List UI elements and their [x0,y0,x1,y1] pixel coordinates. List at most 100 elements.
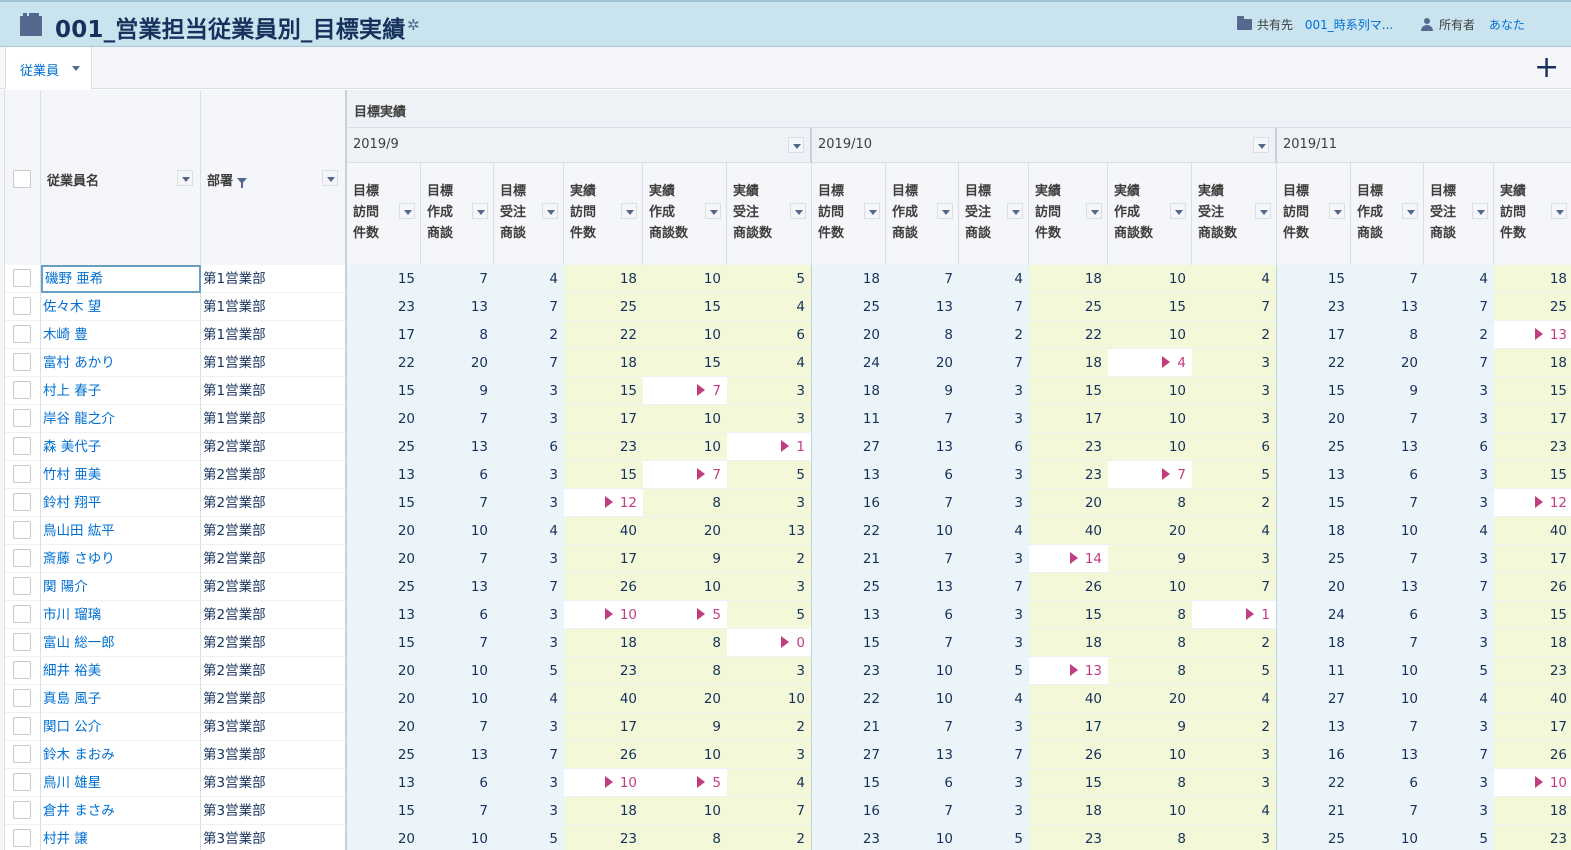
value-cell[interactable]: 2 [727,545,812,573]
value-cell[interactable]: 7 [886,713,959,741]
value-cell[interactable]: 7 [1351,545,1424,573]
value-cell[interactable]: 6 [1351,769,1424,797]
value-cell[interactable]: 17 [1029,405,1108,433]
row-checkbox[interactable] [13,353,31,371]
row-checkbox[interactable] [13,521,31,539]
value-cell[interactable]: 17 [1494,405,1571,433]
table-row[interactable]: 富山 総一郎 第2営業部 15 7 3 18 8 0 15 7 3 18 8 2 18 7 3 18 [5,629,1571,657]
value-cell[interactable]: 13 [1351,293,1424,321]
row-checkbox[interactable] [13,661,31,679]
value-cell[interactable]: 3 [727,377,812,405]
value-cell[interactable]: 22 [1277,769,1351,797]
value-cell[interactable]: 3 [959,545,1029,573]
value-cell[interactable]: 13 [886,573,959,601]
value-cell[interactable]: 20 [421,349,494,377]
value-cell[interactable]: 15 [1494,461,1571,489]
value-cell[interactable]: 10 [886,517,959,545]
value-cell[interactable]: 10 [643,797,727,825]
table-row[interactable]: 木崎 豊第1営業部 17 8 2 22 10 6 20 8 2 22 10 2 17 8 2 13 [5,321,1571,349]
value-cell[interactable]: 26 [1029,741,1108,769]
value-cell[interactable]: 3 [727,405,812,433]
value-cell[interactable]: 7 [886,797,959,825]
chevron-down-icon[interactable] [177,170,193,186]
chevron-down-icon[interactable] [788,137,804,153]
chevron-down-icon[interactable] [1551,203,1567,219]
value-cell[interactable]: 7 [421,489,494,517]
value-cell[interactable]: 15 [1029,769,1108,797]
value-cell[interactable]: 24 [812,349,886,377]
value-cell[interactable]: 10 [421,657,494,685]
value-cell[interactable]: 4 [1192,265,1277,293]
value-cell[interactable]: 3 [727,741,812,769]
value-cell[interactable]: 18 [812,377,886,405]
value-cell[interactable]: 20 [643,517,727,545]
value-cell[interactable]: 7 [421,265,494,293]
employee-name-link[interactable]: 倉井 まさみ [41,797,201,825]
value-cell[interactable]: 7 [494,741,564,769]
value-cell[interactable]: 10 [1351,685,1424,713]
value-cell[interactable]: 3 [494,461,564,489]
value-cell[interactable]: 18 [564,797,643,825]
value-cell[interactable]: 5 [1192,461,1277,489]
row-checkbox[interactable] [13,577,31,595]
value-cell[interactable]: 20 [347,685,421,713]
employee-name-link[interactable]: 細井 裕美 [41,657,201,685]
value-cell[interactable]: 7 [494,349,564,377]
alert-value-cell[interactable]: 7 [1108,461,1192,489]
value-cell[interactable]: 3 [494,545,564,573]
table-row[interactable]: 真島 風子 第2営業部 20 10 4 40 20 10 22 10 4 40 20 4 27 10 4 40 [5,685,1571,713]
value-cell[interactable]: 10 [1108,433,1192,461]
value-cell[interactable]: 3 [1192,377,1277,405]
value-cell[interactable]: 6 [421,601,494,629]
value-cell[interactable]: 3 [727,573,812,601]
value-cell[interactable]: 7 [959,349,1029,377]
employee-name-link[interactable]: 岸谷 龍之介 [41,405,201,433]
value-cell[interactable]: 7 [421,797,494,825]
alert-value-cell[interactable]: 5 [643,601,727,629]
value-cell[interactable]: 3 [959,377,1029,405]
column-header-department[interactable]: 部署 [201,90,347,265]
value-cell[interactable]: 13 [1277,713,1351,741]
value-cell[interactable]: 10 [643,433,727,461]
table-row[interactable]: 市川 瑠璃 第2営業部 13 6 3 10 5 5 13 6 3 15 8 1 24 6 3 15 [5,601,1571,629]
subcolumn-header[interactable]: 実績 作成 商談数 [643,163,727,265]
chevron-down-icon[interactable] [864,203,880,219]
alert-value-cell[interactable]: 14 [1029,545,1108,573]
value-cell[interactable]: 11 [1277,657,1351,685]
employee-name-link[interactable]: 富村 あかり [41,349,201,377]
value-cell[interactable]: 9 [643,713,727,741]
value-cell[interactable]: 40 [564,685,643,713]
value-cell[interactable]: 13 [347,769,421,797]
value-cell[interactable]: 18 [1029,349,1108,377]
value-cell[interactable]: 18 [564,265,643,293]
employee-name-link[interactable]: 鈴村 翔平 [41,489,201,517]
value-cell[interactable]: 22 [812,685,886,713]
value-cell[interactable]: 10 [643,741,727,769]
value-cell[interactable]: 23 [812,825,886,850]
value-cell[interactable]: 21 [812,713,886,741]
value-cell[interactable]: 27 [1277,685,1351,713]
value-cell[interactable]: 15 [1277,377,1351,405]
value-cell[interactable]: 7 [494,293,564,321]
subcolumn-header[interactable]: 実績 訪問 件数 [1029,163,1108,265]
value-cell[interactable]: 2 [1424,321,1494,349]
value-cell[interactable]: 10 [643,265,727,293]
value-cell[interactable]: 20 [347,825,421,850]
subcolumn-header[interactable]: 実績 受注 商談数 [727,163,812,265]
value-cell[interactable]: 3 [1424,769,1494,797]
row-checkbox[interactable] [13,829,31,847]
value-cell[interactable]: 15 [347,265,421,293]
value-cell[interactable]: 20 [1277,573,1351,601]
value-cell[interactable]: 20 [347,545,421,573]
value-cell[interactable]: 4 [727,293,812,321]
row-checkbox[interactable] [13,409,31,427]
value-cell[interactable]: 18 [564,349,643,377]
value-cell[interactable]: 15 [1029,377,1108,405]
row-checkbox[interactable] [13,605,31,623]
value-cell[interactable]: 10 [1351,825,1424,850]
value-cell[interactable]: 3 [1192,825,1277,850]
value-cell[interactable]: 23 [1029,461,1108,489]
value-cell[interactable]: 7 [421,713,494,741]
value-cell[interactable]: 3 [727,657,812,685]
value-cell[interactable]: 2 [1192,489,1277,517]
